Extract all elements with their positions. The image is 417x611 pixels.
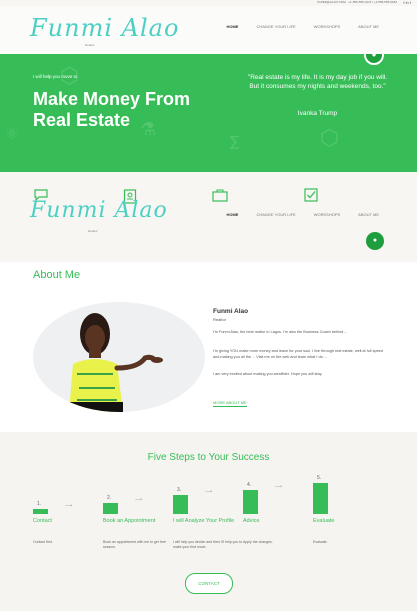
nav-about-me[interactable]: ABOUT ME xyxy=(358,24,379,29)
about-paragraph-2: I'm giving YOU make more money and leave… xyxy=(213,349,383,359)
step-description: Apply the changes. xyxy=(243,540,273,544)
step-bar xyxy=(243,490,258,514)
arrow-right-icon: ⟶ xyxy=(205,489,213,495)
more-about-me-button[interactable]: MORE ABOUT ME xyxy=(213,400,247,407)
sticky-chat-button[interactable]: ● xyxy=(366,232,384,250)
step-description: Evaluate. xyxy=(313,540,328,544)
hero-banner: ⬡ ⚗ ⬡ ∑ ⚛ I will help you move to Make M… xyxy=(0,54,417,172)
main-nav: HOME CHANGE YOUR LIFE WORKSHOPS ABOUT ME xyxy=(226,24,379,29)
about-section: About Me Funmi Alao Realtor I'm Funmi Al… xyxy=(0,262,417,432)
step-bar xyxy=(173,495,188,514)
about-heading: About Me xyxy=(33,269,81,281)
steps-heading: Five Steps to Your Success xyxy=(147,452,270,463)
step-label: Contact xyxy=(33,518,52,524)
step-number: 1. xyxy=(37,501,42,507)
linkedin-icon[interactable]: in xyxy=(406,0,409,5)
about-paragraph-3: I am very excited about making you wealt… xyxy=(213,372,323,376)
chat-icon: ● xyxy=(371,54,377,59)
step-label: Evaluate xyxy=(313,518,335,524)
sticky-nav-change-your-life[interactable]: CHANGE YOUR LIFE xyxy=(256,212,295,217)
hero-quote: "Real estate is my life. It is my day jo… xyxy=(247,74,388,90)
chat-icon: ● xyxy=(372,237,378,244)
site-logo[interactable]: Funmi Alao xyxy=(30,14,179,42)
contact-button[interactable]: CONTACT xyxy=(185,573,233,594)
nav-change-your-life[interactable]: CHANGE YOUR LIFE xyxy=(256,24,295,29)
formula-icon: ∑ xyxy=(230,134,240,150)
logo-subtitle: Realtor xyxy=(85,43,95,47)
about-name: Funmi Alao xyxy=(213,308,249,315)
contact-info: FUNMI@ALAO.COM +1-555-555-0147 / +1-555-… xyxy=(317,0,397,4)
step-description: I will help you decide and then I'll hel… xyxy=(173,540,243,549)
nav-workshops[interactable]: WORKSHOPS xyxy=(314,24,340,29)
nav-home[interactable]: HOME xyxy=(226,24,238,29)
profile-photo xyxy=(33,302,205,412)
step-bar xyxy=(33,509,48,514)
sticky-nav-workshops[interactable]: WORKSHOPS xyxy=(314,212,340,217)
about-paragraph-1: I'm Funmi Alao, the best realtor in Lago… xyxy=(213,330,348,334)
step-label: I will Analyze Your Profile xyxy=(173,518,235,524)
sticky-header: Funmi Alao Realtor HOME CHANGE YOUR LIFE… xyxy=(0,196,417,250)
sticky-nav-about-me[interactable]: ABOUT ME xyxy=(358,212,379,217)
step-number: 3. xyxy=(177,487,182,493)
portrait-illustration xyxy=(69,313,163,412)
arrow-right-icon: ⟶ xyxy=(65,503,73,509)
social-links[interactable]: f in t xyxy=(403,0,411,5)
step-label: Book an Appointment xyxy=(103,518,156,524)
twitter-icon[interactable]: t xyxy=(410,0,411,5)
facebook-icon[interactable]: f xyxy=(403,0,404,5)
step-number: 5. xyxy=(317,475,322,481)
step-description: Contact first. xyxy=(33,540,53,544)
step-description: Book an appointment with me to get free … xyxy=(103,540,166,549)
sticky-logo[interactable]: Funmi Alao xyxy=(30,198,168,223)
sticky-logo-subtitle: Realtor xyxy=(88,229,98,233)
arrow-right-icon: ⟶ xyxy=(135,497,143,503)
step-bar xyxy=(103,503,118,514)
atom-icon: ⚛ xyxy=(5,124,20,143)
step-number: 4. xyxy=(247,482,252,488)
hexagon-icon: ⬡ xyxy=(320,126,340,151)
steps-section: Five Steps to Your Success 1. Contact Cont… xyxy=(0,432,417,611)
step-bar xyxy=(313,483,328,514)
arrow-right-icon: ⟶ xyxy=(275,484,283,490)
chat-button[interactable]: ● xyxy=(364,54,384,65)
sticky-nav: HOME CHANGE YOUR LIFE WORKSHOPS ABOUT ME xyxy=(226,212,379,217)
hero-title: Make Money From Real Estate xyxy=(33,89,191,130)
quote-author: Ivanka Trump xyxy=(297,110,338,117)
step-number: 2. xyxy=(107,495,112,501)
step-label: Advice xyxy=(243,518,260,524)
hero-intro: I will help you move to xyxy=(33,74,78,79)
site-header: Funmi Alao Realtor HOME CHANGE YOUR LIFE… xyxy=(0,6,417,54)
sticky-nav-home[interactable]: HOME xyxy=(226,212,238,217)
about-role: Realtor xyxy=(213,317,226,322)
